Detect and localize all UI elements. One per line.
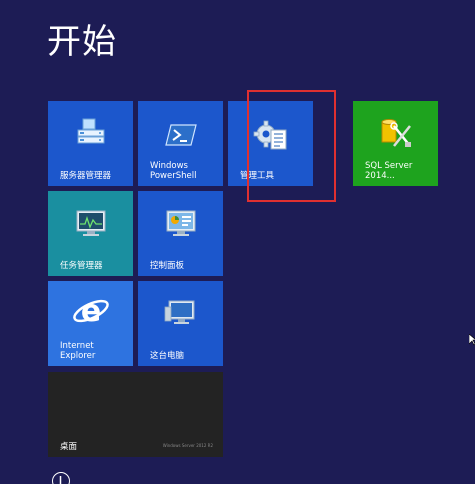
desktop-watermark: Windows Server 2012 R2 [162,443,213,448]
tile-internet-explorer[interactable]: e Internet Explorer [48,281,133,366]
tile-this-pc[interactable]: 这台电脑 [138,281,223,366]
all-apps-button[interactable] [52,472,70,484]
control-panel-icon [166,210,195,236]
tile-label: 服务器管理器 [60,171,112,181]
task-manager-monitor-icon [76,210,105,236]
computer-icon [164,300,194,324]
tile-control-panel[interactable]: 控制面板 [138,191,223,276]
powershell-icon [164,124,197,146]
tile-task-manager[interactable]: 任务管理器 [48,191,133,276]
page-title: 开始 [47,22,117,62]
tile-label: Internet Explorer [60,341,96,361]
tile-label: 控制面板 [150,261,185,271]
tile-label: SQL Server 2014... [365,161,413,181]
tile-label: Windows PowerShell [150,161,197,181]
tile-desktop[interactable]: 桌面 Windows Server 2012 R2 [48,372,223,457]
tile-label: 任务管理器 [60,261,103,271]
tile-powershell[interactable]: Windows PowerShell [138,101,223,186]
tile-label: 这台电脑 [150,351,185,361]
svg-text:e: e [80,294,100,329]
arrow-down-circle-icon [59,476,62,484]
server-manager-icon [77,118,104,144]
internet-explorer-icon: e [72,294,109,329]
mouse-cursor-icon [469,334,475,346]
highlight-annotation [247,90,336,202]
tile-label: 桌面 [60,442,78,452]
tile-server-manager[interactable]: 服务器管理器 [48,101,133,186]
tile-sql-server[interactable]: SQL Server 2014... [353,101,438,186]
sql-server-tools-icon [381,119,411,147]
